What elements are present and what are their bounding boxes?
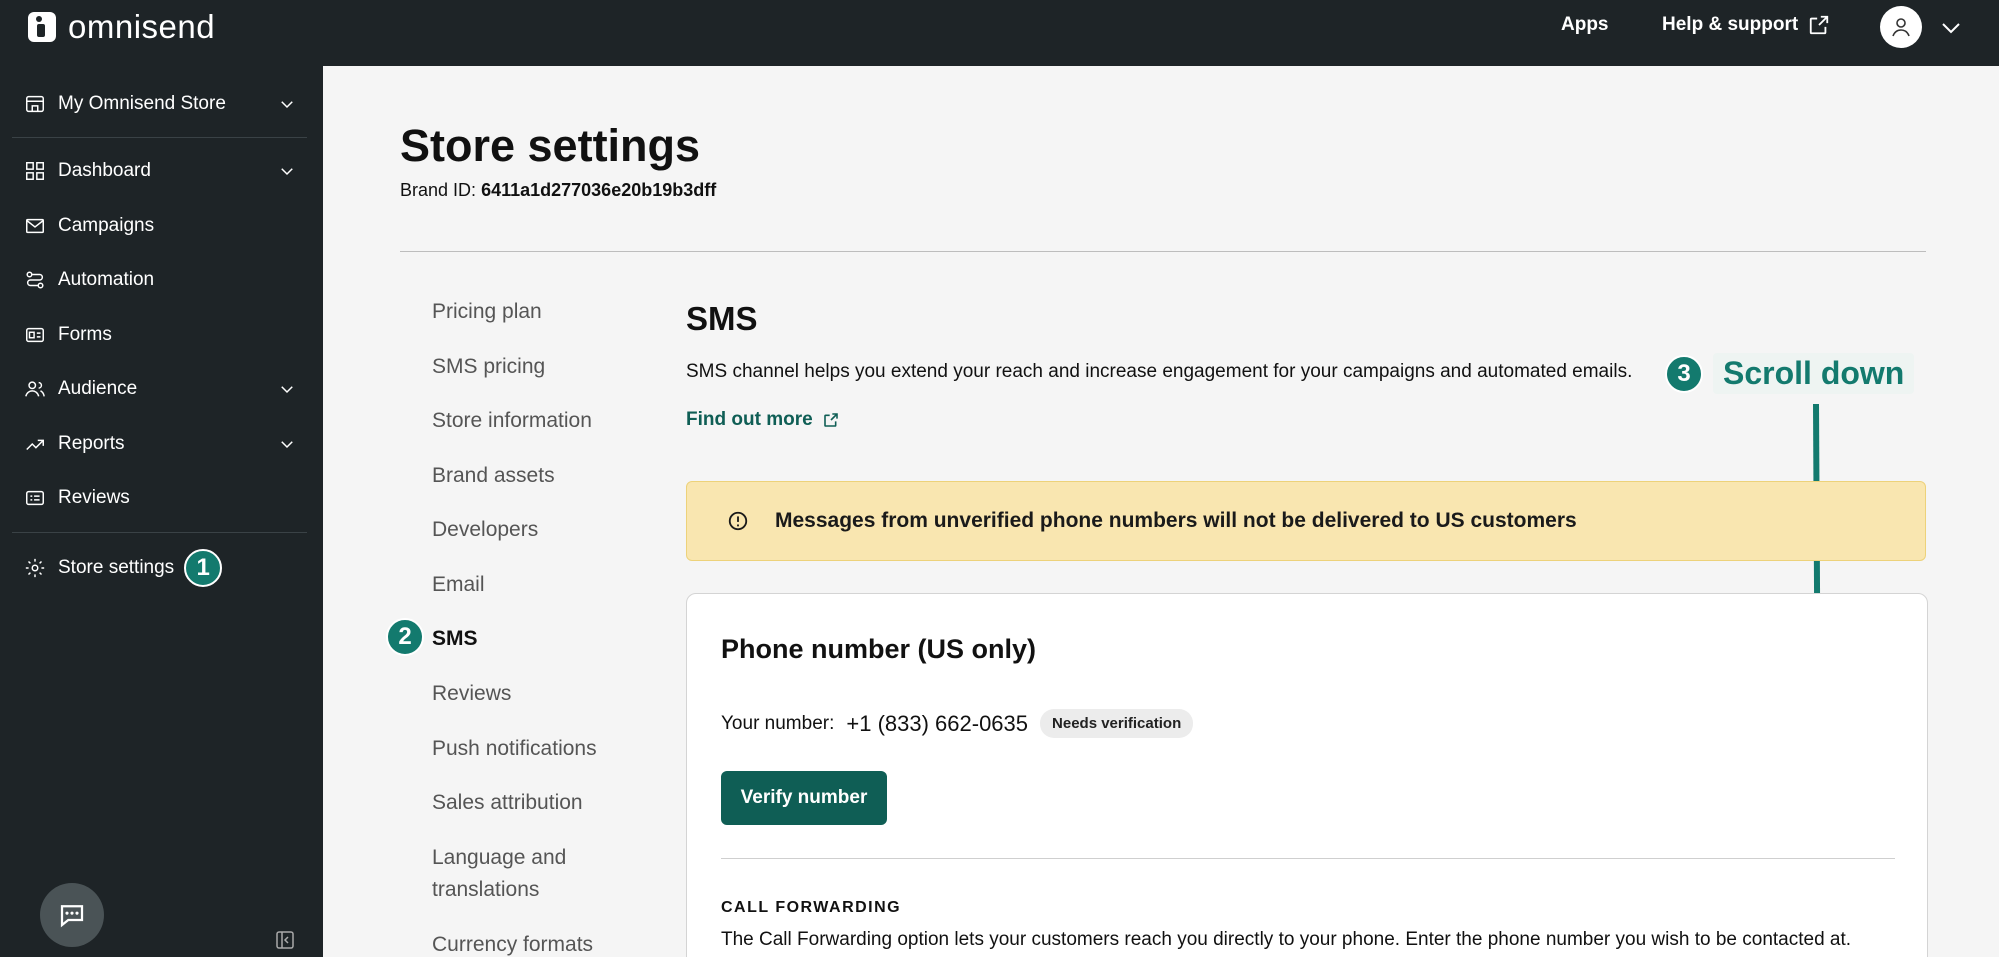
top-bar: omnisend Apps Help & support xyxy=(0,0,1999,66)
subnav-reviews[interactable]: Reviews xyxy=(432,678,511,710)
call-forwarding-title: CALL FORWARDING xyxy=(721,899,902,916)
store-icon xyxy=(26,95,44,113)
sms-section-title: SMS xyxy=(686,300,758,337)
dashboard-icon xyxy=(26,162,44,180)
chevron-down-icon xyxy=(281,168,293,176)
your-number-row: Your number: +1 (833) 662-0635 Needs ver… xyxy=(721,709,1194,738)
sidebar-item-label: Campaigns xyxy=(58,215,155,236)
sidebar-item-automation[interactable]: Automation xyxy=(24,260,296,300)
sidebar-item-audience[interactable]: Audience xyxy=(24,369,296,409)
status-badge: Needs verification xyxy=(1040,709,1194,738)
scroll-down-label: Scroll down xyxy=(1713,353,1915,394)
sidebar-item-label: Dashboard xyxy=(58,160,151,181)
sidebar-item-campaigns[interactable]: Campaigns xyxy=(24,206,296,246)
sidebar-item-store-settings[interactable]: Store settings 1 xyxy=(24,544,296,592)
subnav-pricing-plan[interactable]: Pricing plan xyxy=(432,296,542,328)
subnav-store-information[interactable]: Store information xyxy=(432,405,592,437)
subnav-currency-formats[interactable]: Currency formats xyxy=(432,929,593,957)
brand-id-value: 6411a1d277036e20b19b3dff xyxy=(481,180,717,200)
step-3-annotation: 3 Scroll down xyxy=(1665,353,1915,394)
info-icon xyxy=(728,511,748,531)
subnav-brand-assets[interactable]: Brand assets xyxy=(432,460,555,492)
apps-link[interactable]: Apps xyxy=(1561,14,1609,36)
verify-number-button[interactable]: Verify number xyxy=(721,771,887,825)
subnav-push-notifications[interactable]: Push notifications xyxy=(432,733,597,765)
chevron-down-icon xyxy=(281,386,293,394)
sms-description: SMS channel helps you extend your reach … xyxy=(686,361,1633,382)
find-out-more-link[interactable]: Find out more xyxy=(686,409,839,431)
user-icon xyxy=(1892,18,1910,37)
card-divider xyxy=(721,858,1895,859)
gear-icon xyxy=(25,558,45,578)
page-title: Store settings xyxy=(400,120,701,171)
sidebar-item-forms[interactable]: Forms xyxy=(24,315,296,355)
sidebar-item-dashboard[interactable]: Dashboard xyxy=(24,151,296,191)
forms-icon xyxy=(26,327,44,343)
chat-icon xyxy=(60,905,84,928)
reports-icon xyxy=(26,439,44,451)
your-number-value: +1 (833) 662-0635 xyxy=(846,710,1029,736)
subnav-developers[interactable]: Developers xyxy=(432,514,538,546)
store-selector-label: My Omnisend Store xyxy=(58,93,226,114)
logo-icon xyxy=(28,12,56,42)
store-selector[interactable]: My Omnisend Store xyxy=(24,84,296,124)
external-link-icon xyxy=(823,413,838,427)
collapse-sidebar-icon[interactable] xyxy=(275,930,295,950)
sidebar-divider xyxy=(12,137,307,138)
step-3-badge: 3 xyxy=(1665,354,1703,393)
mail-icon xyxy=(26,218,44,234)
sidebar-item-label: Reviews xyxy=(58,487,130,508)
step-2-badge: 2 xyxy=(386,618,424,656)
warning-text: Messages from unverified phone numbers w… xyxy=(775,509,1577,532)
subnav-email[interactable]: Email xyxy=(432,569,485,601)
audience-icon xyxy=(25,381,45,397)
subnav-language-line-1: Language and xyxy=(432,846,567,869)
automation-icon xyxy=(26,271,44,289)
reviews-icon xyxy=(26,490,44,506)
external-link-icon xyxy=(1810,15,1829,35)
subnav-sms[interactable]: SMS xyxy=(432,623,478,655)
sidebar-item-reviews[interactable]: Reviews xyxy=(24,478,296,518)
help-support-label: Help & support xyxy=(1662,14,1799,35)
sidebar-item-label: Store settings xyxy=(58,557,175,578)
brand-id: Brand ID: 6411a1d277036e20b19b3dff xyxy=(400,180,716,201)
sidebar-item-label: Automation xyxy=(58,269,155,290)
sidebar: My Omnisend Store Dashboard Campaigns Au… xyxy=(0,66,323,957)
card-title: Phone number (US only) xyxy=(721,634,1037,664)
subnav-language-and-translations[interactable]: Language and translations xyxy=(432,842,566,906)
omnisend-logo[interactable]: omnisend xyxy=(28,8,215,46)
chat-button[interactable] xyxy=(40,883,104,947)
user-avatar[interactable] xyxy=(1880,6,1922,48)
find-out-more-label: Find out more xyxy=(686,409,813,430)
phone-number-card: Phone number (US only) Your number: +1 (… xyxy=(686,593,1928,957)
sidebar-item-reports[interactable]: Reports xyxy=(24,424,296,464)
header-divider xyxy=(400,251,1926,252)
sidebar-item-label: Reports xyxy=(58,433,125,454)
subnav-language-line-2: translations xyxy=(432,878,540,901)
call-forwarding-description: The Call Forwarding option lets your cus… xyxy=(721,929,1852,950)
sidebar-item-label: Forms xyxy=(58,324,112,345)
chevron-down-icon xyxy=(281,441,293,449)
sidebar-divider xyxy=(12,532,307,533)
help-support-link[interactable]: Help & support xyxy=(1662,14,1830,36)
chevron-down-icon xyxy=(281,101,293,109)
account-chevron-down-icon[interactable] xyxy=(1939,18,1963,38)
brand-id-label: Brand ID: xyxy=(400,180,477,200)
step-1-badge: 1 xyxy=(184,549,223,587)
sidebar-item-label: Audience xyxy=(58,378,138,399)
unverified-warning-banner: Messages from unverified phone numbers w… xyxy=(686,481,1926,561)
logo-text: omnisend xyxy=(68,8,216,45)
subnav-sms-pricing[interactable]: SMS pricing xyxy=(432,351,545,383)
your-number-label: Your number: xyxy=(721,712,835,734)
subnav-sales-attribution[interactable]: Sales attribution xyxy=(432,787,583,819)
